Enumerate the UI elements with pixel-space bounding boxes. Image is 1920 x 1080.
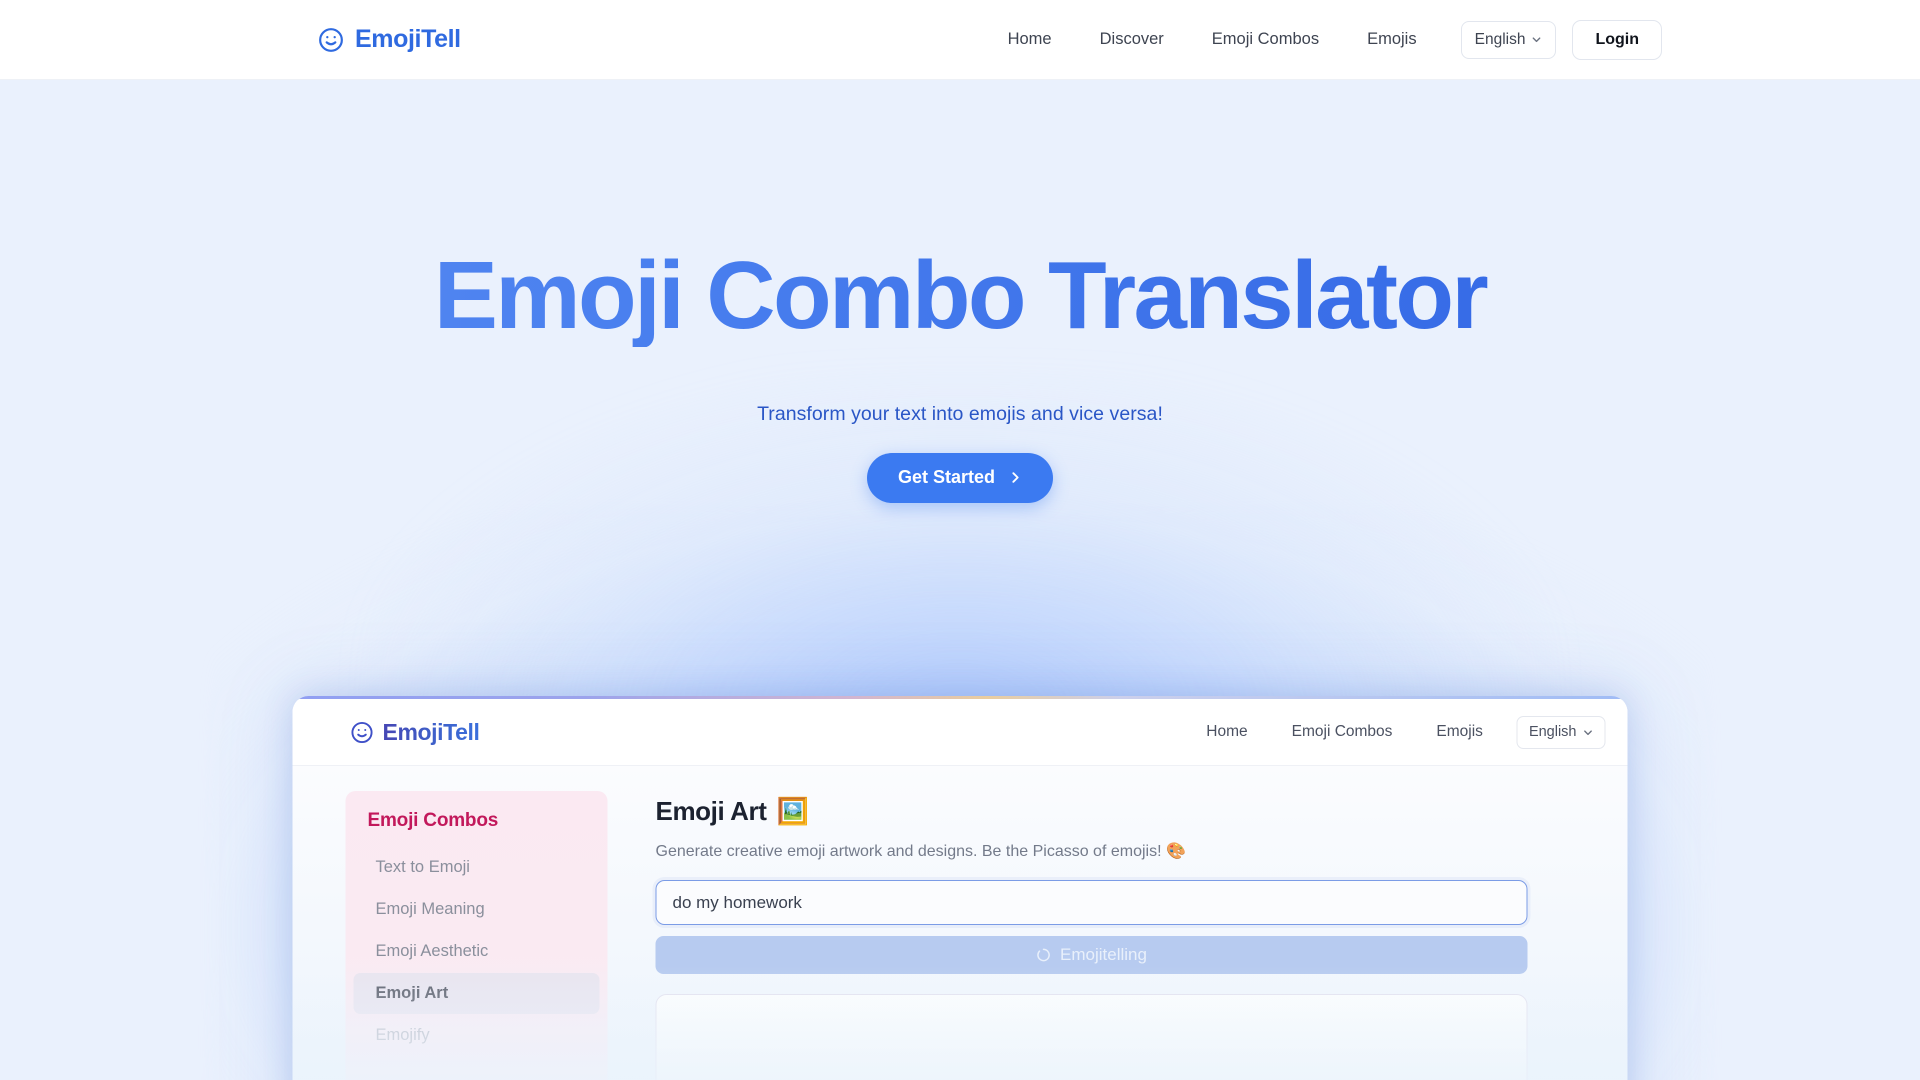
preview-nav-item-emoji-combos[interactable]: Emoji Combos — [1270, 723, 1415, 741]
sidebar-item-emoji-art[interactable]: Emoji Art — [353, 973, 600, 1014]
app-preview-card: EmojiTell Home Emoji Combos Emojis Engli… — [292, 696, 1628, 1080]
nav-item-emoji-combos[interactable]: Emoji Combos — [1188, 30, 1343, 49]
hero-content: Emoji Combo Translator Transform your te… — [0, 245, 1920, 503]
preview-nav: Home Emoji Combos Emojis English — [1184, 715, 1606, 749]
panel-description: Generate creative emoji artwork and desi… — [655, 843, 1186, 860]
preview-header: EmojiTell Home Emoji Combos Emojis Engli… — [292, 699, 1628, 766]
preview-body: Emoji Combos Text to Emoji Emoji Meaning… — [292, 766, 1628, 1080]
emoji-art-result-box — [655, 994, 1528, 1080]
smiley-face-icon — [318, 27, 344, 53]
emoji-art-input[interactable]: do my homework — [655, 880, 1528, 925]
sidebar-item-emoji-meaning[interactable]: Emoji Meaning — [354, 889, 600, 930]
main-nav: Home Discover Emoji Combos Emojis Englis… — [984, 19, 1662, 60]
hero-subtitle: Transform your text into emojis and vice… — [757, 402, 1163, 425]
sidebar-heading: Emoji Combos — [367, 810, 499, 831]
preview-nav-item-home[interactable]: Home — [1184, 723, 1269, 741]
preview-nav-item-emojis[interactable]: Emojis — [1414, 723, 1505, 741]
language-selector-label: English — [1474, 30, 1526, 48]
chevron-down-icon — [1583, 727, 1594, 738]
panel-heading: Emoji Art 🖼️ — [656, 796, 1528, 827]
nav-item-home[interactable]: Home — [984, 30, 1076, 49]
brand-name: EmojiTell — [355, 25, 461, 53]
get-started-button[interactable]: Get Started — [866, 452, 1054, 503]
sidebar-item-emoji-aesthetic[interactable]: Emoji Aesthetic — [354, 931, 600, 972]
chevron-right-icon — [1009, 471, 1022, 484]
preview-brand-name: EmojiTell — [382, 718, 480, 745]
panel-heading-text: Emoji Art — [655, 796, 767, 826]
chevron-down-icon — [1531, 34, 1542, 45]
loading-spinner-icon — [1036, 948, 1050, 962]
page-root: EmojiTell Home Discover Emoji Combos Emo… — [0, 0, 1920, 1080]
sidebar-item-emojify[interactable]: Emojify — [354, 1015, 600, 1056]
preview-main-panel: Emoji Art 🖼️ Generate creative emoji art… — [655, 796, 1528, 1080]
login-button[interactable]: Login — [1572, 19, 1662, 60]
site-header: EmojiTell Home Discover Emoji Combos Emo… — [0, 0, 1920, 80]
hero-section: Emoji Combo Translator Transform your te… — [0, 80, 1920, 1080]
preview-brand-logo[interactable]: EmojiTell — [351, 719, 480, 746]
emojitelling-label: Emojitelling — [1060, 945, 1147, 964]
emojitelling-button[interactable]: Emojitelling — [655, 936, 1528, 974]
smiley-face-icon — [351, 721, 374, 744]
nav-item-emojis[interactable]: Emojis — [1343, 30, 1441, 49]
page-title: Emoji Combo Translator — [0, 245, 1920, 347]
preview-language-label: English — [1528, 724, 1577, 740]
nav-item-discover[interactable]: Discover — [1076, 30, 1188, 49]
get-started-label: Get Started — [897, 467, 996, 488]
hero-cta-wrap: Get Started — [0, 452, 1920, 503]
preview-language-selector[interactable]: English — [1516, 715, 1606, 749]
emoji-art-input-value: do my homework — [672, 892, 802, 912]
preview-top-accent-bar — [292, 696, 1628, 699]
preview-sidebar: Emoji Combos Text to Emoji Emoji Meaning… — [345, 791, 608, 1080]
sidebar-heading-emojis: Emojis — [346, 1057, 608, 1080]
brand-logo[interactable]: EmojiTell — [318, 25, 461, 54]
sidebar-item-text-to-emoji[interactable]: Text to Emoji — [354, 847, 600, 888]
language-selector[interactable]: English — [1460, 20, 1557, 59]
framed-picture-icon: 🖼️ — [776, 796, 809, 826]
